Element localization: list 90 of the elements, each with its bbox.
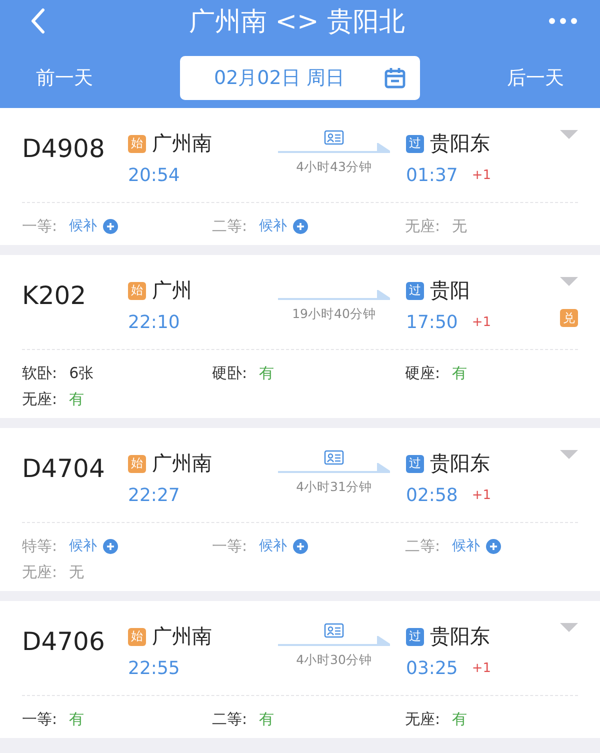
id-card-icon [324,450,344,465]
origin-badge: 始 [128,454,146,472]
seat-availability: 有 [69,390,84,408]
more-icon[interactable] [548,17,578,25]
back-icon[interactable] [30,8,46,34]
pass-badge: 过 [406,134,424,152]
duration-text: 4小时30分钟 [296,652,372,669]
seat-availability: 6张 [69,364,94,382]
duration-text: 4小时43分钟 [296,159,372,176]
dropdown-caret-icon[interactable] [560,277,578,287]
add-icon[interactable] [293,538,308,554]
arrival-time: 02:58 [406,485,458,506]
seat-class-label: 硬座: [405,364,440,382]
seat-availability: 无 [69,562,84,582]
origin-badge: 始 [128,282,146,300]
train-number: K202 [22,280,88,312]
page-title: 广州南 <> 贵阳北 [188,6,406,38]
arrival-time: 03:25 [406,658,458,679]
departure-time: 22:27 [128,485,181,506]
train-card[interactable]: D4706 始 广州南 22:55 4小时30分钟 过 贵阳东 03:25 +1 一等: 有 二等: 有 无座: 有 [0,601,600,738]
departure-time: 22:10 [128,312,181,333]
seat-availability: 有 [69,710,84,728]
train-number: D4908 [22,133,106,165]
dropdown-caret-icon[interactable] [560,130,578,140]
seat-class-label: 软卧: [22,364,58,382]
arrow-icon [278,636,390,648]
seat-availability: 候补 [259,537,288,555]
seat-class-label: 一等: [22,216,58,236]
station-name: 贵阳 [430,277,470,304]
train-card[interactable]: D4704 始 广州南 22:27 4小时31分钟 过 贵阳东 02:58 +1 特等: 候补 一等: 候补 二等: 候补 无座: 无 [0,428,600,591]
seat-availability: 有 [259,364,274,382]
arrow-icon [278,143,390,155]
seat-class-label: 无座: [405,710,440,728]
origin-badge: 始 [128,134,146,152]
seat-class-label: 无座: [22,390,58,408]
train-number: D4706 [22,626,106,658]
departure-time: 22:55 [128,658,181,679]
train-card[interactable]: K202 始 广州 22:10 19小时40分钟 过 贵阳 17:50 +1 兑 软卧: 6张 硬卧: 有 硬座: 有 无座: 有 [0,255,600,418]
train-number: D4704 [22,453,106,485]
seat-availability: 候补 [69,217,98,235]
duration-text: 19小时40分钟 [292,306,376,323]
arrival-time: 01:37 [406,165,458,186]
pass-badge: 过 [406,454,424,472]
dropdown-caret-icon[interactable] [560,623,578,633]
station-name: 广州南 [152,450,212,477]
arrival-time: 17:50 [406,312,458,333]
seat-class-label: 一等: [212,536,248,556]
seat-availability: 候补 [452,537,480,555]
pass-badge: 过 [406,282,424,300]
day-offset: +1 [472,168,492,183]
station-name: 广州 [152,277,192,304]
dropdown-caret-icon[interactable] [560,450,578,460]
departure-time: 20:54 [128,165,181,186]
seat-class-label: 二等: [212,216,248,236]
seat-class-label: 无座: [22,562,58,582]
seat-class-label: 特等: [22,536,58,556]
add-icon[interactable] [103,538,118,554]
id-card-icon [324,130,344,145]
seat-class-label: 无座: [405,216,440,236]
duration-text: 4小时31分钟 [296,479,372,496]
station-name: 贵阳东 [430,450,490,477]
seat-availability: 无 [452,216,468,236]
arrow-icon [278,463,390,475]
train-card[interactable]: D4908 始 广州南 20:54 4小时43分钟 过 贵阳东 01:37 +1 一等: 候补 二等: 候补 无座: 无 [0,108,600,245]
seat-class-label: 二等: [212,710,248,728]
seat-class-label: 硬卧: [212,364,248,382]
day-offset: +1 [472,661,492,676]
add-icon[interactable] [103,218,118,234]
station-name: 广州南 [152,130,212,157]
seat-availability: 有 [259,710,274,728]
station-name: 贵阳东 [430,130,490,157]
seat-class-label: 二等: [405,536,440,556]
seat-availability: 有 [452,710,468,728]
seat-availability: 候补 [259,217,288,235]
id-card-icon [324,623,344,638]
seat-availability: 有 [452,364,468,382]
day-offset: +1 [472,315,492,330]
calendar-icon [384,67,406,89]
origin-badge: 始 [128,628,146,646]
station-name: 广州南 [152,623,212,650]
exchange-badge: 兑 [560,309,578,327]
add-icon[interactable] [293,218,308,234]
seat-availability: 候补 [69,537,98,555]
arrow-icon [278,290,390,302]
add-icon[interactable] [486,538,502,554]
station-name: 贵阳东 [430,623,490,650]
date-text: 02月02日 周日 [214,66,344,91]
pass-badge: 过 [406,628,424,646]
day-offset: +1 [472,488,492,503]
seat-class-label: 一等: [22,710,58,728]
